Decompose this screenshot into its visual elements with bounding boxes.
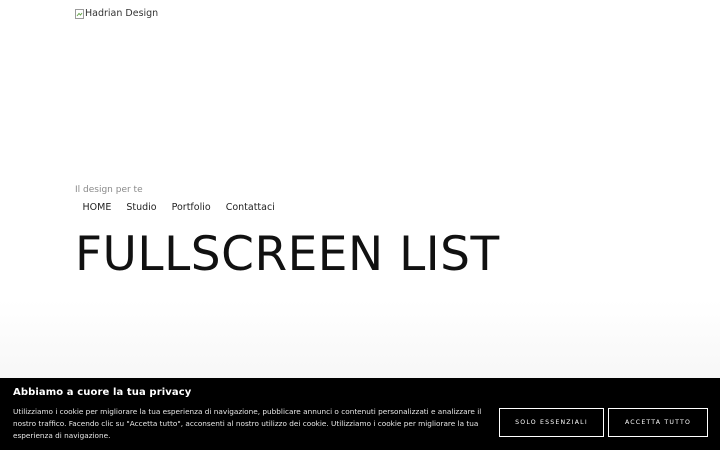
nav-item-home[interactable]: HOME (75, 201, 119, 214)
accept-all-button[interactable]: ACCETTA TUTTO (608, 408, 708, 437)
nav-item-portfolio[interactable]: Portfolio (164, 201, 218, 214)
logo[interactable]: Hadrian Design (75, 8, 158, 19)
nav-item-studio[interactable]: Studio (119, 201, 164, 214)
broken-image-icon (75, 8, 84, 19)
logo-alt-text: Hadrian Design (85, 8, 159, 19)
main-nav: HOME Studio Portfolio Contattaci (75, 201, 282, 214)
page-title: FULLSCREEN LIST (75, 227, 500, 282)
nav-item-contattaci[interactable]: Contattaci (218, 201, 282, 214)
page-background-fade (0, 300, 720, 380)
essential-only-button[interactable]: SOLO ESSENZIALI (499, 408, 604, 437)
cookie-banner-text: Utilizziamo i cookie per migliorare la t… (13, 407, 482, 440)
cookie-banner: Abbiamo a cuore la tua privacy Utilizzia… (0, 378, 720, 450)
site-tagline: Il design per te (75, 185, 143, 195)
cookie-banner-title: Abbiamo a cuore la tua privacy (13, 387, 192, 398)
